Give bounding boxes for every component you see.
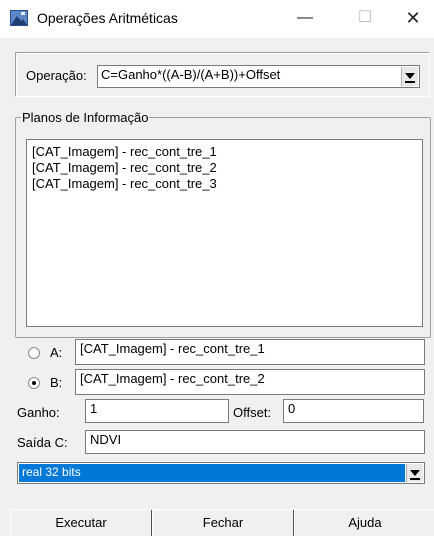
info-planes-legend: Planos de Informação [21,110,150,125]
operand-b-value: [CAT_Imagem] - rec_cont_tre_2 [80,371,265,386]
data-type-select[interactable]: real 32 bits [17,462,425,484]
title-bar: Operações Aritméticas — ☐ ✕ [0,0,434,38]
data-type-selection: real 32 bits [19,464,405,482]
operand-b-radio[interactable] [28,377,40,389]
app-image-icon [10,10,28,26]
operand-a-field[interactable]: [CAT_Imagem] - rec_cont_tre_1 [75,339,425,365]
operand-a-radio[interactable] [28,347,40,359]
info-planes-list[interactable]: [CAT_Imagem] - rec_cont_tre_1 [CAT_Image… [26,139,423,327]
chevron-down-icon[interactable] [401,67,418,86]
help-button[interactable]: Ajuda [294,509,434,536]
list-item[interactable]: [CAT_Imagem] - rec_cont_tre_2 [32,160,217,175]
operation-select[interactable]: C=Ganho*((A-B)/(A+B))+Offset [97,65,420,88]
chevron-down-icon[interactable] [406,464,423,482]
operation-value: C=Ganho*((A-B)/(A+B))+Offset [101,67,281,82]
close-window-button[interactable]: ✕ [390,0,434,38]
operand-b-field[interactable]: [CAT_Imagem] - rec_cont_tre_2 [75,369,425,395]
maximize-button[interactable]: ☐ [342,0,388,38]
data-type-value: real 32 bits [22,465,81,479]
gain-label: Ganho: [17,405,60,420]
operand-b-label: B: [50,375,63,390]
offset-value: 0 [288,401,296,416]
offset-field[interactable]: 0 [283,399,424,423]
operation-label: Operação: [26,68,87,83]
operand-a-value: [CAT_Imagem] - rec_cont_tre_1 [80,341,265,356]
execute-button[interactable]: Executar [10,509,151,536]
offset-label: Offset: [233,405,272,420]
gain-value: 1 [90,401,98,416]
close-button[interactable]: Fechar [152,509,293,536]
list-item[interactable]: [CAT_Imagem] - rec_cont_tre_3 [32,176,217,191]
output-field[interactable]: NDVI [85,430,425,454]
list-item[interactable]: [CAT_Imagem] - rec_cont_tre_1 [32,144,217,159]
operand-a-label: A: [50,345,63,360]
output-label: Saída C: [17,435,68,450]
window-title: Operações Aritméticas [37,10,178,26]
gain-field[interactable]: 1 [85,399,229,423]
minimize-button[interactable]: — [282,0,328,38]
output-value: NDVI [90,432,122,447]
